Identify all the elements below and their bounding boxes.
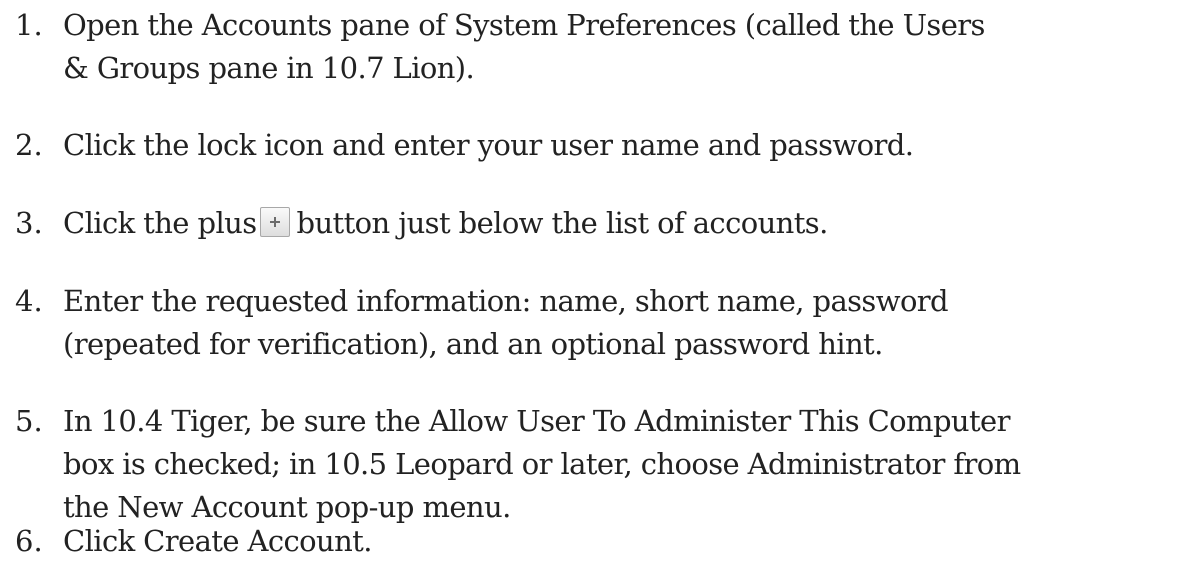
step-number: 1. — [15, 8, 43, 42]
step-text: Open the Accounts pane of System Prefere… — [63, 4, 1158, 90]
step-line: Click the plus button just below the list… — [63, 202, 1158, 245]
step-line: In 10.4 Tiger, be sure the Allow User To… — [63, 404, 1010, 438]
step-line: & Groups pane in 10.7 Lion). — [63, 51, 475, 85]
step-text: Click the plus button just below the list… — [63, 202, 1158, 245]
step-text: Click Create Account. — [63, 520, 1158, 563]
step-text-before-icon: Click the plus — [63, 206, 257, 240]
step-text: In 10.4 Tiger, be sure the Allow User To… — [63, 400, 1158, 529]
step-number: 5. — [15, 404, 43, 438]
step-text: Click the lock icon and enter your user … — [63, 124, 1158, 167]
step-number: 6. — [15, 524, 43, 558]
step-line: box is checked; in 10.5 Leopard or later… — [63, 447, 1021, 481]
step-text-after-icon: button just below the list of accounts. — [296, 206, 828, 240]
plus-button-icon — [260, 207, 291, 237]
step-line: Enter the requested information: name, s… — [63, 284, 949, 318]
step-line: Open the Accounts pane of System Prefere… — [63, 8, 985, 42]
step-line: Click the lock icon and enter your user … — [63, 128, 914, 162]
step-number: 4. — [15, 284, 43, 318]
step-text: Enter the requested information: name, s… — [63, 280, 1158, 366]
step-number: 3. — [15, 206, 43, 240]
step-number: 2. — [15, 128, 43, 162]
step-line: Click Create Account. — [63, 524, 372, 558]
step-line: (repeated for verification), and an opti… — [63, 327, 883, 361]
